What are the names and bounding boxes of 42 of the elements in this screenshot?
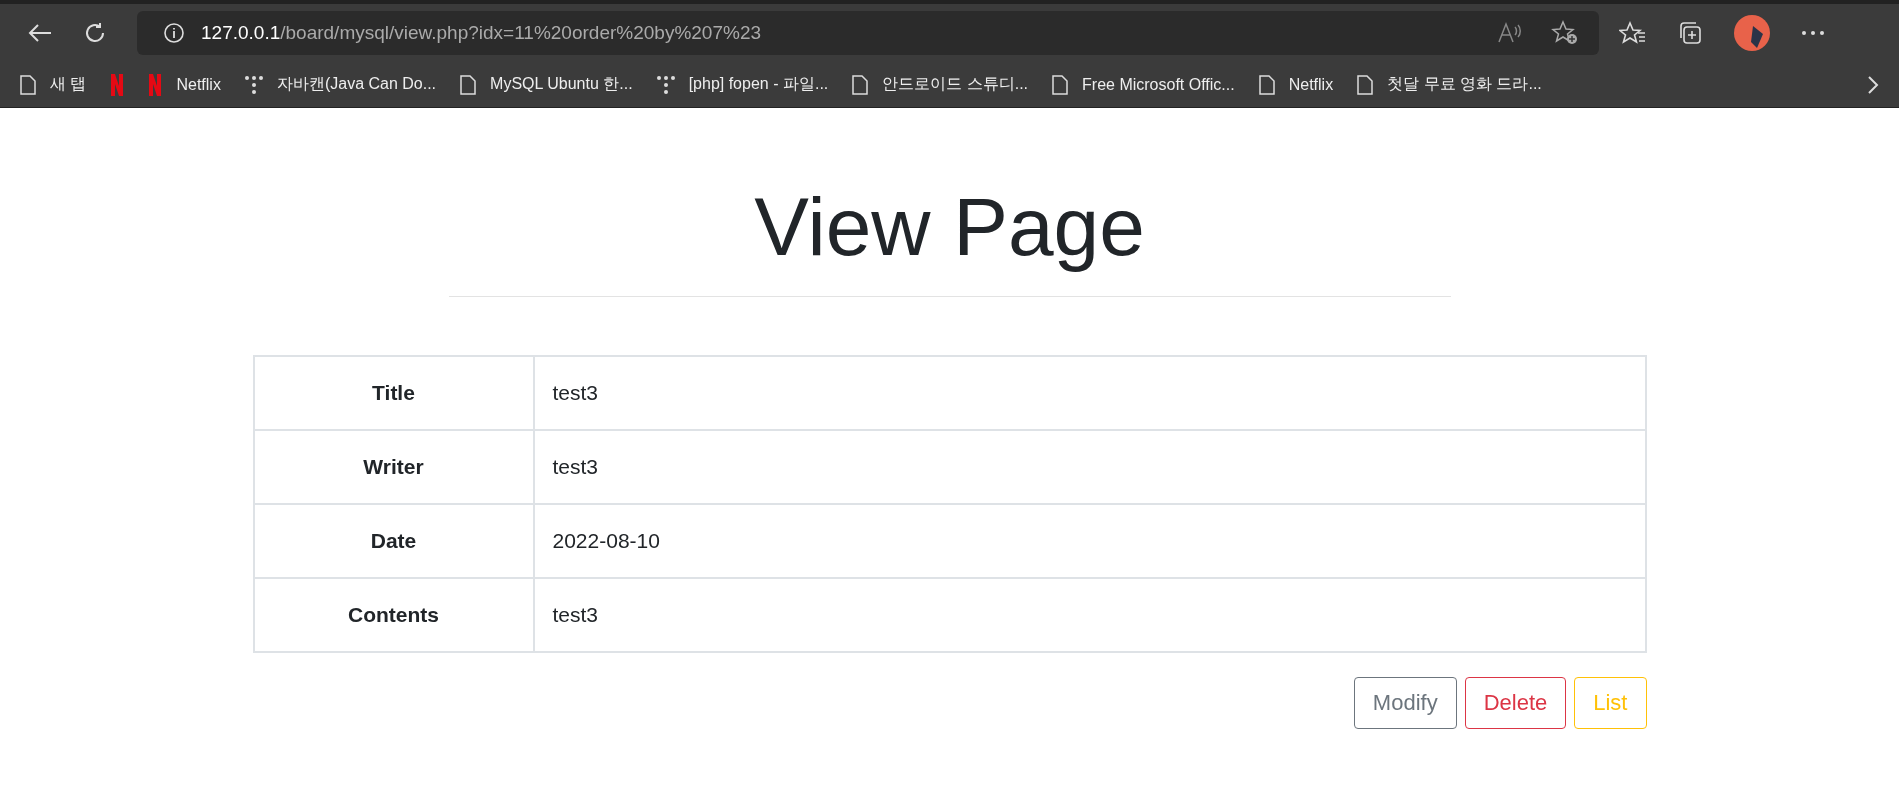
page-heading: View Page — [753, 180, 1146, 274]
field-value: test3 — [533, 430, 1646, 505]
bookmark[interactable]: 첫달 무료 영화 드라... — [1357, 73, 1542, 96]
field-label: Contents — [253, 578, 534, 653]
bookmark[interactable]: 새 탭 — [20, 73, 87, 96]
read-aloud-icon[interactable] — [1497, 21, 1523, 45]
netflix-n-icon — [110, 72, 125, 97]
action-button[interactable]: Modify — [1353, 677, 1457, 730]
collections-icon[interactable] — [1677, 20, 1703, 46]
page-icon — [20, 73, 36, 96]
page-icon — [852, 73, 869, 96]
address-bar[interactable]: 127.0.0.1/board/mysql/view.php?idx=11%20order%20by%207%23 — [137, 11, 1599, 55]
info-icon[interactable] — [163, 22, 185, 44]
field-value: test3 — [533, 578, 1646, 653]
bookmark[interactable]: 자바캔(Java Can Do... — [244, 74, 437, 95]
page-icon — [1052, 73, 1069, 96]
chevron-right-icon[interactable] — [1867, 74, 1879, 95]
refresh-icon[interactable] — [83, 21, 107, 45]
dots-icon — [244, 75, 263, 94]
page-icon — [460, 73, 477, 96]
bookmark[interactable]: MySQL Ubuntu 한... — [460, 73, 633, 96]
field-value: 2022-08-10 — [533, 504, 1646, 579]
back-icon[interactable] — [27, 22, 53, 44]
bookmark[interactable]: Netflix — [1258, 73, 1334, 96]
bookmark[interactable]: Netflix — [148, 72, 221, 97]
action-button[interactable]: Delete — [1464, 677, 1567, 730]
field-label: Date — [253, 504, 534, 579]
field-label: Title — [253, 356, 534, 431]
field-label: Writer — [253, 430, 534, 505]
url-text: 127.0.0.1/board/mysql/view.php?idx=11%20order%20by%207%23 — [201, 22, 762, 44]
netflix-n-icon — [148, 72, 163, 97]
dots-icon — [656, 75, 675, 94]
bookmark[interactable]: Free Microsoft Offic... — [1052, 73, 1235, 96]
avatar-icon[interactable] — [1733, 14, 1771, 52]
bookmark[interactable]: 안드로이드 스튜디... — [852, 73, 1029, 96]
favorites-icon[interactable] — [1619, 21, 1647, 45]
field-value: test3 — [533, 356, 1646, 431]
more-icon[interactable] — [1801, 30, 1825, 36]
page-icon — [1357, 73, 1374, 96]
page-icon — [1258, 73, 1275, 96]
bookmark[interactable]: [php] fopen - 파일... — [656, 74, 829, 95]
add-favorite-icon[interactable] — [1551, 20, 1579, 46]
